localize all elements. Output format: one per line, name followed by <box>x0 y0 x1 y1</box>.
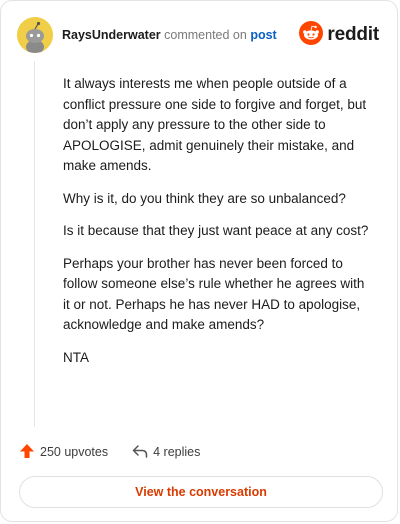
reddit-logo-icon <box>299 20 324 50</box>
byline: RaysUnderwater commented on post <box>62 27 277 43</box>
reply-icon <box>132 443 148 462</box>
comment-header: RaysUnderwater commented on post reddit <box>17 17 381 53</box>
brand-wordmark: reddit <box>327 24 379 45</box>
reddit-brand[interactable]: reddit <box>299 20 379 50</box>
upvote-arrow-icon <box>19 443 35 462</box>
comment-paragraph: It always interests me when people outsi… <box>63 76 367 173</box>
comment-card: RaysUnderwater commented on post reddit <box>0 0 398 522</box>
view-conversation-button[interactable]: View the conversation <box>19 476 383 508</box>
comment-footer: 250 upvotes 4 replies <box>19 441 200 463</box>
commented-on-text: commented on <box>164 28 247 42</box>
reply-count: 4 replies <box>153 445 201 459</box>
upvote-count: 250 upvotes <box>40 445 109 459</box>
comment-paragraph: NTA <box>63 349 89 365</box>
comment-paragraph: Why is it, do you think they are so unba… <box>63 190 346 206</box>
replies-button[interactable]: 4 replies <box>132 443 200 462</box>
upvote-button[interactable]: 250 upvotes <box>19 443 108 462</box>
snoo-avatar-icon[interactable] <box>17 17 53 53</box>
comment-body: It always interests me when people outsi… <box>63 74 373 380</box>
comment-paragraph: Perhaps your brother has never been forc… <box>63 255 365 333</box>
comment-paragraph: Is it because that they just want peace … <box>63 223 369 238</box>
post-link[interactable]: post <box>250 28 276 42</box>
thread-line <box>34 61 35 427</box>
author-name[interactable]: RaysUnderwater <box>62 28 161 42</box>
